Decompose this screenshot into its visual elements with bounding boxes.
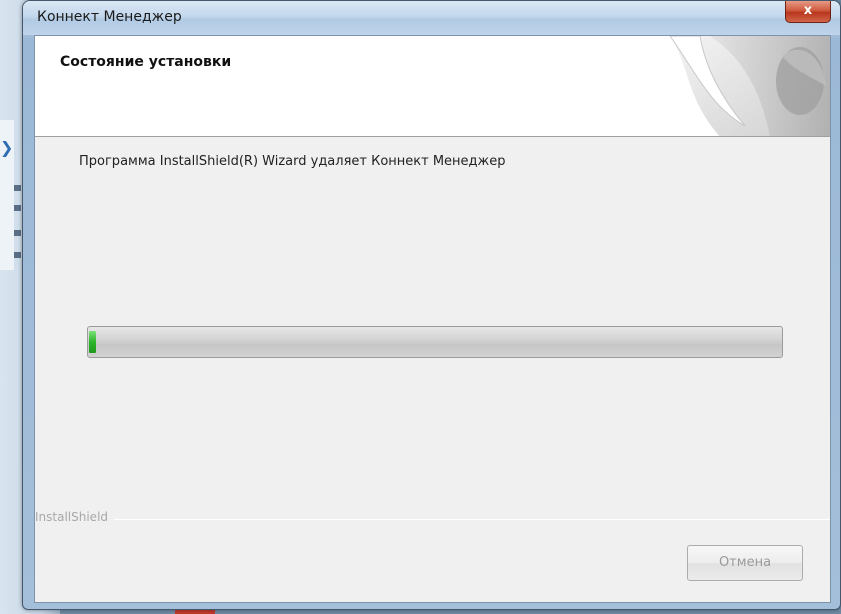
background-text-fragment — [14, 205, 21, 211]
background-text-fragment — [14, 185, 21, 191]
title-bar[interactable]: Коннект Менеджер x — [23, 1, 840, 35]
cancel-button[interactable]: Отмена — [687, 545, 803, 581]
back-arrow-icon: ❯ — [0, 138, 14, 157]
installshield-graphic-icon — [669, 36, 830, 136]
background-text-fragment — [14, 230, 21, 236]
uninstall-progress-bar — [87, 326, 783, 358]
dialog-client-area: Состояние установки Программа InstallShi… — [34, 35, 831, 603]
background-text-fragment — [14, 252, 21, 258]
page-title: Состояние установки — [60, 54, 232, 70]
close-icon: x — [803, 3, 813, 18]
installshield-brand-label: InstallShield — [35, 510, 115, 524]
close-button[interactable]: x — [785, 1, 831, 23]
status-message: Программа InstallShield(R) Wizard удаляе… — [79, 154, 506, 169]
header-band: Состояние установки — [35, 36, 830, 137]
installer-window: Коннект Менеджер x Состояние установки П… — [22, 0, 841, 610]
progress-fill — [89, 331, 96, 353]
footer-divider — [35, 519, 830, 520]
window-title: Коннект Менеджер — [37, 9, 182, 25]
